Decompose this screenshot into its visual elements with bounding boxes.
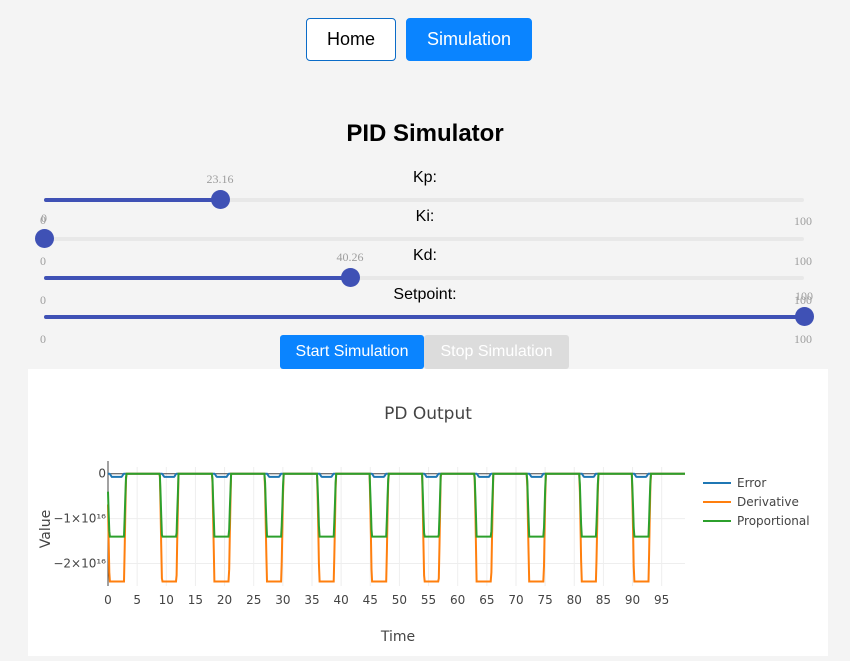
- legend-label: Proportional: [737, 514, 810, 528]
- x-tick-label: 95: [654, 593, 669, 607]
- setpoint-max: 100: [794, 332, 812, 346]
- start-simulation-button[interactable]: Start Simulation: [280, 335, 424, 369]
- kd-slider-thumb[interactable]: [340, 268, 360, 287]
- top-nav: Home Simulation: [0, 18, 850, 61]
- y-tick-label: 0: [98, 467, 106, 481]
- kp-value: 23.16: [206, 172, 234, 186]
- ki-slider-thumb[interactable]: [35, 229, 54, 248]
- legend-label: Error: [737, 476, 766, 490]
- ki-slider[interactable]: 0: [35, 211, 804, 248]
- x-tick-label: 80: [567, 593, 582, 607]
- x-tick-label: 60: [450, 593, 465, 607]
- x-tick-label: 0: [104, 593, 112, 607]
- y-tick-label: −2×10¹⁶: [53, 557, 106, 571]
- x-tick-label: 35: [304, 593, 319, 607]
- kp-slider[interactable]: 23.16: [44, 172, 804, 209]
- kd-value: 40.26: [336, 250, 364, 264]
- x-tick-label: 25: [246, 593, 261, 607]
- y-axis-title: Value: [38, 510, 54, 548]
- ki-label: Ki:: [415, 208, 435, 225]
- setpoint-min: 0: [40, 332, 46, 346]
- kp-slider-fill: [44, 198, 221, 202]
- legend-label: Derivative: [737, 495, 799, 509]
- x-tick-label: 30: [275, 593, 290, 607]
- x-tick-label: 65: [479, 593, 494, 607]
- y-tick-label: −1×10¹⁶: [53, 512, 106, 526]
- x-tick-label: 85: [596, 593, 611, 607]
- pd-output-chart: PD Output Time Value 0 5 10 15 20 25 30 35 40 45 5…: [38, 404, 810, 645]
- x-tick-label: 75: [537, 593, 552, 607]
- x-tick-label: 10: [159, 593, 174, 607]
- kd-label: Kd:: [412, 247, 437, 264]
- x-tick-label: 50: [392, 593, 407, 607]
- page-title: PID Simulator: [346, 120, 504, 147]
- chart-container: PD Output Time Value 0 5 10 15 20 25 30 35 40 45 5…: [28, 369, 828, 656]
- setpoint-slider[interactable]: 100: [44, 289, 814, 326]
- kp-slider-thumb[interactable]: [211, 190, 231, 209]
- x-tick-label: 5: [133, 593, 141, 607]
- setpoint-label: Setpoint:: [393, 286, 457, 303]
- stop-simulation-button: Stop Simulation: [424, 335, 569, 369]
- x-axis-title: Time: [380, 629, 415, 645]
- chart-title: PD Output: [384, 404, 472, 424]
- kd-slider-fill: [44, 276, 350, 280]
- x-tick-label: 20: [217, 593, 232, 607]
- x-tick-label: 70: [508, 593, 523, 607]
- x-tick-label: 40: [333, 593, 348, 607]
- x-tick-label: 90: [625, 593, 640, 607]
- setpoint-value: 100: [795, 289, 813, 303]
- x-tick-label: 45: [363, 593, 378, 607]
- x-tick-label: 55: [421, 593, 436, 607]
- home-button[interactable]: Home: [306, 18, 396, 61]
- ki-value: 0: [41, 211, 47, 225]
- kp-label: Kp:: [412, 169, 437, 186]
- kd-slider[interactable]: 40.26: [44, 250, 804, 287]
- setpoint-slider-thumb[interactable]: [795, 307, 814, 326]
- setpoint-slider-fill: [44, 315, 804, 319]
- simulation-button[interactable]: Simulation: [406, 18, 532, 61]
- x-tick-label: 15: [188, 593, 203, 607]
